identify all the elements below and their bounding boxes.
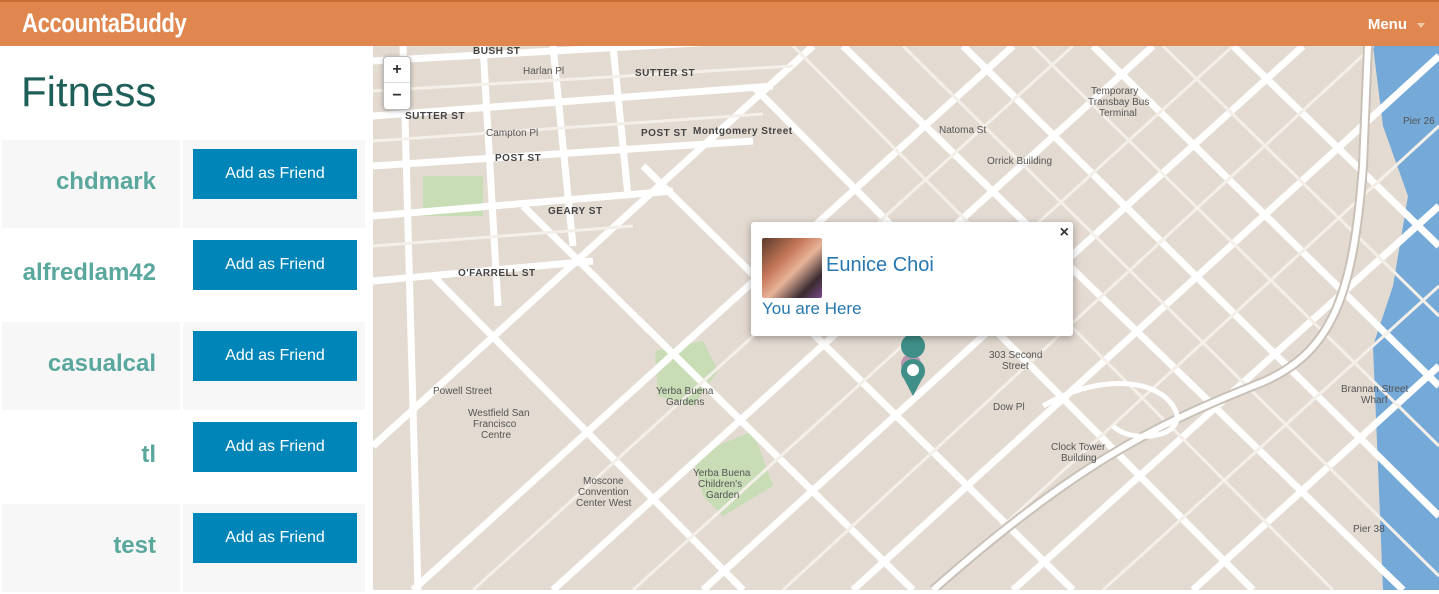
add-friend-button[interactable]: Add as Friend xyxy=(193,422,357,472)
location-popup: × Eunice Choi You are Here xyxy=(751,222,1073,336)
add-friend-button[interactable]: Add as Friend xyxy=(193,331,357,381)
username: test xyxy=(113,532,156,559)
popup-user-name[interactable]: Eunice Choi xyxy=(826,254,934,277)
username: tl xyxy=(141,441,156,468)
page-title: Fitness xyxy=(21,68,157,115)
menu-dropdown[interactable]: Menu xyxy=(1368,16,1425,33)
close-icon[interactable]: × xyxy=(1060,224,1069,242)
add-friend-button[interactable]: Add as Friend xyxy=(193,149,357,199)
user-row: alfredlam42 Add as Friend xyxy=(0,231,372,321)
caret-down-icon xyxy=(1417,22,1425,28)
add-friend-button[interactable]: Add as Friend xyxy=(193,513,357,563)
user-name-cell: tl xyxy=(2,413,180,501)
user-name-cell: chdmark xyxy=(2,140,180,228)
user-row: tl Add as Friend xyxy=(0,413,372,503)
button-cell: Add as Friend xyxy=(183,231,365,319)
username: alfredlam42 xyxy=(22,259,156,286)
zoom-out-button[interactable]: − xyxy=(384,83,410,109)
button-cell: Add as Friend xyxy=(183,504,365,592)
sidebar: Fitness chdmark Add as Friend alfredlam4… xyxy=(0,46,372,592)
avatar xyxy=(762,238,822,298)
add-friend-button[interactable]: Add as Friend xyxy=(193,240,357,290)
top-navbar: AccountaBuddy Menu xyxy=(0,0,1439,46)
zoom-control: + − xyxy=(383,56,411,110)
brand-logo[interactable]: AccountaBuddy xyxy=(22,8,187,39)
username: casualcal xyxy=(47,350,156,377)
user-row: casualcal Add as Friend xyxy=(0,322,372,412)
button-cell: Add as Friend xyxy=(183,413,365,501)
menu-label: Menu xyxy=(1367,16,1407,33)
button-cell: Add as Friend xyxy=(183,322,365,410)
user-row: chdmark Add as Friend xyxy=(0,140,372,230)
zoom-in-button[interactable]: + xyxy=(384,57,410,83)
user-row: test Add as Friend xyxy=(0,504,372,594)
map-view[interactable]: BUSH ST SUTTER ST SUTTER ST POST ST POST… xyxy=(373,46,1439,590)
popup-location-text[interactable]: You are Here xyxy=(762,299,862,319)
button-cell: Add as Friend xyxy=(183,140,365,228)
user-name-cell: alfredlam42 xyxy=(2,231,180,319)
user-name-cell: test xyxy=(2,504,180,592)
user-name-cell: casualcal xyxy=(2,322,180,410)
username: chdmark xyxy=(55,168,156,195)
